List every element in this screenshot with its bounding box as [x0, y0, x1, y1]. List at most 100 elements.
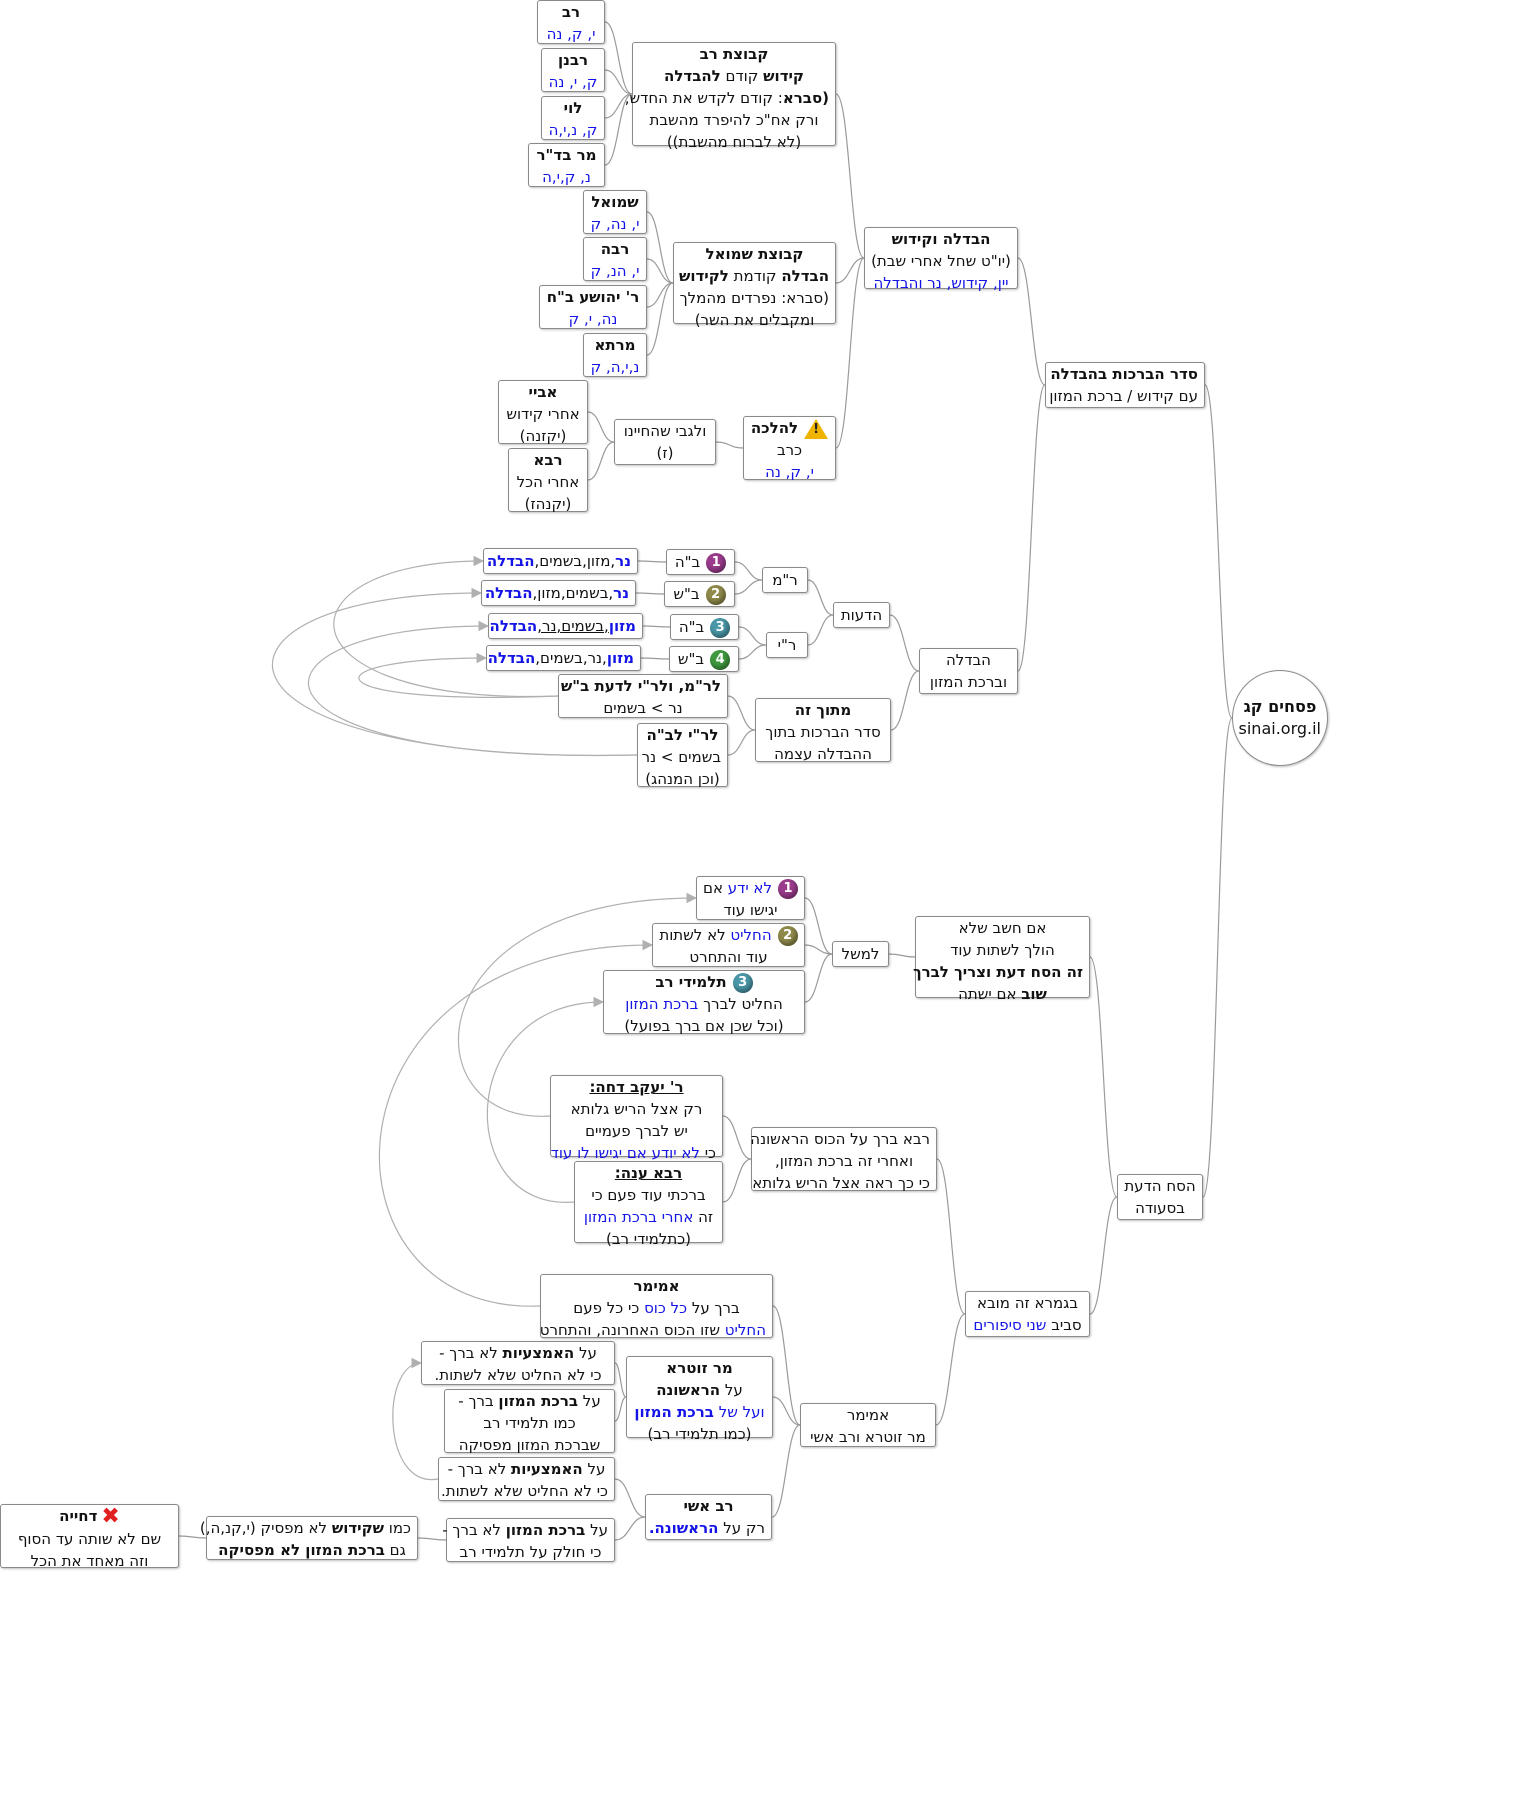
tree-edge: [635, 592, 665, 595]
node-line: י, ק, נה: [750, 461, 829, 483]
node-ryaakov[interactable]: ר' יעקב דחה: רק אצל הריש גלותא יש לברך פעמ…: [550, 1075, 723, 1162]
node-lehalacha[interactable]: להלכה כרב י, ק, נה: [743, 416, 836, 483]
node-text: סדר הברכות בהבדלה: [1050, 365, 1198, 383]
node-line: ולגבי שהחיינו: [621, 420, 709, 442]
node-line: אביי: [505, 381, 581, 403]
node-line: יש לברך פעמיים: [557, 1120, 716, 1142]
node-raba2[interactable]: רבא אחרי הכל (יקנהז): [508, 448, 588, 515]
node-text: (וכן המנהג): [645, 770, 720, 788]
node-text: בשמים > נר: [641, 748, 721, 766]
node-ashi-b[interactable]: על ברכת המזון לא ברך - כי חולק על תלמידי …: [442, 1518, 615, 1562]
node-ryehoshua[interactable]: ר' יהושע ב"ח נה, י, ק: [539, 285, 647, 329]
node-raba-berach[interactable]: רבא ברך על הכוס הראשונה ואחרי זה ברכת המז…: [750, 1127, 937, 1192]
node-im-chashav[interactable]: אם חשב שלא הולך לשתות עוד זה הסח דעת וצריך…: [913, 916, 1090, 1003]
node-text: אחרי קידוש: [506, 405, 580, 423]
node-line: 3 ב"ה: [677, 616, 732, 638]
node-o4[interactable]: מזון,נר,בשמים,הבדלה: [486, 645, 641, 671]
node-line: ברכתי עוד פעם כי: [581, 1184, 716, 1206]
node-text: שמואל: [591, 193, 639, 211]
node-line: 3 תלמידי רב: [610, 971, 798, 993]
node-amemar[interactable]: אמימר ברך על כל כוס כי כל פעם החליט שזו הכ…: [540, 1274, 773, 1339]
node-o2[interactable]: נר,בשמים,מזון,הבדלה: [481, 580, 636, 606]
node-o1[interactable]: נר,מזון,בשמים,הבדלה: [483, 548, 638, 574]
node-text: נ, ק,י,ה: [542, 168, 591, 186]
node-m2[interactable]: 2 החליט לא לשתות עוד והתחרט: [652, 923, 805, 967]
node-line: הבדלה קודמת לקידוש: [679, 265, 829, 287]
tree-edge: [835, 257, 865, 284]
numbered-circle-icon: 3: [732, 972, 753, 993]
node-velegabei[interactable]: ולגבי שהחיינו (ז): [614, 419, 716, 465]
node-line: אמימר: [807, 1404, 929, 1426]
node-o3[interactable]: מזון,בשמים,נר,הבדלה: [488, 613, 643, 639]
node-line: נה, י, ק: [546, 308, 640, 330]
node-zutra-a[interactable]: על האמצעיות לא ברך - כי לא החליט שלא לשתו…: [421, 1341, 615, 1385]
node-raba-ana[interactable]: רבא ענה: ברכתי עוד פעם כי זה אחרי ברכת המז…: [574, 1161, 723, 1248]
node-marta[interactable]: מרתא נ,י,ה, ק: [583, 333, 647, 377]
tree-edge: [614, 1362, 627, 1398]
node-lerm[interactable]: לר"מ, ולר"י לדעת ב"ש נר > בשמים: [558, 674, 728, 718]
node-line: על ברכת המזון לא ברך -: [442, 1519, 608, 1541]
node-bs2[interactable]: 2 ב"ש: [664, 581, 735, 607]
tree-edge: [1089, 956, 1118, 1198]
node-bagmara[interactable]: בגמרא זה מובא סביב שני סיפורים: [965, 1291, 1090, 1337]
node-bh1[interactable]: 1 ב"ה: [666, 549, 735, 575]
node-kvutzat-rav[interactable]: קבוצת רב קידוש קודם להבדלה (סברא: קודם לקד…: [625, 42, 836, 151]
node-abaye[interactable]: אביי אחרי קידוש (יקזנה): [498, 380, 588, 445]
node-levi[interactable]: לוי ק, נ,י,ה: [541, 96, 605, 140]
node-text: רק אצל הריש גלותא: [570, 1100, 703, 1118]
node-line: י, הנ, ק: [590, 260, 640, 282]
node-line: רק על הראשונה.: [649, 1517, 765, 1539]
node-bs4[interactable]: 4 ב"ש: [669, 646, 739, 672]
node-kvutzat-shmuel[interactable]: קבוצת שמואל הבדלה קודמת לקידוש (סברא: נפרד…: [673, 242, 836, 329]
node-hesach[interactable]: הסח הדעת בסעודה: [1117, 1174, 1203, 1220]
node-kmo-kidush[interactable]: כמו שקידוש לא מפסיק (י,קנ,ה,) גם ברכת המז…: [200, 1516, 418, 1561]
node-zutra-b[interactable]: על ברכת המזון ברך - כמו תלמידי רב שברכת המ…: [444, 1389, 615, 1454]
node-line: קידוש קודם להבדלה: [639, 65, 829, 87]
node-dachiya[interactable]: ✖דחייה שם לא שותה עד הסוף וזה מאחד את הכל: [0, 1504, 179, 1570]
node-text: ועל של: [713, 1403, 765, 1421]
node-rm[interactable]: ר"מ: [762, 567, 808, 593]
tree-edge: [727, 729, 756, 756]
node-text: בשמים: [561, 617, 605, 635]
node-line: רב: [544, 1, 598, 23]
tree-edge: [614, 1396, 627, 1422]
node-text: (סברא: נפרדים מהמלך: [679, 289, 829, 307]
node-lemashal[interactable]: למשל: [832, 941, 889, 967]
node-line: כי לא החליט שלא לשתות.: [441, 1480, 608, 1502]
node-lery[interactable]: לר"י לב"ה בשמים > נר (וכן המנהג): [637, 723, 728, 788]
node-root[interactable]: פסחים קג sinai.org.il: [1232, 670, 1328, 766]
node-text: לא ידע: [727, 879, 772, 897]
node-shmuel[interactable]: שמואל י, נה, ק: [583, 190, 647, 234]
tree-edge: [587, 441, 615, 481]
node-ry[interactable]: ר"י: [766, 632, 808, 658]
node-line: י, ק, נה: [544, 23, 598, 45]
node-deot[interactable]: הדעות: [833, 602, 890, 628]
node-text: (יקזנה): [519, 427, 567, 445]
node-rav[interactable]: רב י, ק, נה: [537, 0, 605, 44]
node-line: גם ברכת המזון לא מפסיקה: [213, 1539, 411, 1561]
node-text: שברכת המזון מפסיקה: [458, 1436, 601, 1454]
node-mitoch[interactable]: מתוך זה סדר הברכות בתוך ההבדלה עצמה: [755, 698, 891, 763]
node-text: ברכת המזון: [505, 1521, 586, 1539]
node-rabanan[interactable]: רבנן ק, י, נה: [541, 48, 605, 92]
numbered-circle-icon: 4: [710, 649, 731, 670]
node-havdala-kidush[interactable]: הבדלה וקידוש (יו"ט שחל אחרי שבת) יין, קידו…: [864, 227, 1018, 292]
node-text: כרב: [776, 441, 803, 459]
node-amemar-rz[interactable]: אמימר מר זוטרא ורב אשי: [800, 1403, 936, 1447]
node-raba1[interactable]: רבה י, הנ, ק: [583, 237, 647, 281]
node-ashi-a[interactable]: על האמצעיות לא ברך - כי לא החליט שלא לשתו…: [438, 1457, 615, 1501]
node-m3[interactable]: 3 תלמידי רב החליט לברך ברכת המזון (וכל שכן …: [603, 970, 805, 1035]
numbered-circle-icon: 3: [710, 617, 731, 638]
node-rav-ashi[interactable]: רב אשי רק על הראשונה.: [645, 1494, 772, 1540]
node-mar-bar[interactable]: מר בד"ר נ, ק,י,ה: [528, 143, 605, 187]
node-text: נר: [613, 584, 629, 602]
node-line: (יקנהז): [515, 493, 581, 515]
node-text: נה, י, ק: [568, 310, 618, 328]
node-seder[interactable]: סדר הברכות בהבדלה עם קידוש / ברכת המזון: [1045, 362, 1205, 408]
node-mar-zutra[interactable]: מר זוטרא על הראשונה ועל של ברכת המזון (כמו …: [626, 1356, 773, 1443]
tree-edge: [727, 695, 756, 731]
node-havdala-bm[interactable]: הבדלה וברכת המזון: [919, 648, 1018, 694]
node-m1[interactable]: 1 לא ידע אם יגישו עוד: [696, 876, 805, 920]
node-bh3[interactable]: 3 ב"ה: [670, 614, 739, 640]
tree-edge: [637, 560, 667, 563]
